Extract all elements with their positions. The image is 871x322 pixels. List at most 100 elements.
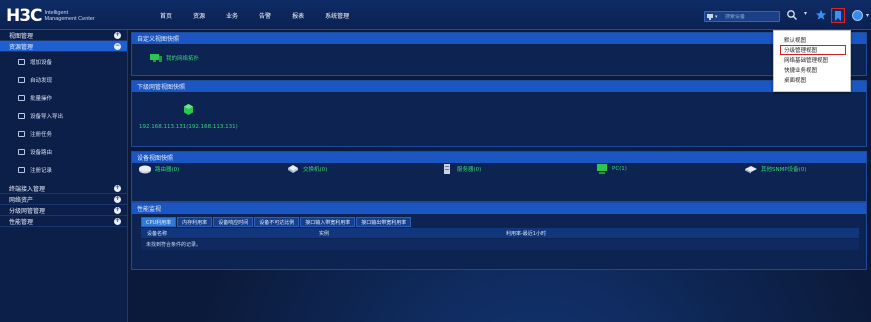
panel-title: 自定义视图快照 [132,33,866,44]
cube-icon [184,104,193,115]
nav-resources[interactable]: 资源 [193,11,205,20]
logo-main-text: H3C [6,6,43,26]
topology-icon [150,54,162,62]
device-switch-link[interactable]: 交换机(0) [286,164,327,174]
sidebar-item-register-record[interactable]: 注册记录 [0,161,127,179]
column-instance[interactable]: 实例 [319,230,329,237]
link-label: 服务器(0) [457,167,482,173]
device-router-link[interactable]: 路由器(0) [138,164,179,174]
custom-view-panel: 自定义视图快照 我的网络拓扑 [131,32,867,76]
column-utilization[interactable]: 利用率-最近1小时 [506,230,546,237]
sidebar-item-label: 注册记录 [30,168,53,174]
h3c-logo[interactable]: H3C Intelligent Management Center [6,7,95,25]
snmp-device-icon [745,166,757,174]
sidebar-section-label: 分级网管管理 [9,207,46,215]
menu-item-default-view[interactable]: 默认视图 [774,35,850,45]
expand-icon[interactable]: + [114,206,121,214]
sidebar: 视图管理 + 资源管理 − 增加设备 自动发现 批量操作 设备导入导出 注册任务… [0,30,128,322]
sidebar-section-resource-management[interactable]: 资源管理 − [0,41,127,52]
search-icon[interactable] [786,9,798,21]
nav-alarms[interactable]: 告警 [259,11,271,20]
search-box: ▾ [704,11,780,22]
switch-icon [288,165,298,173]
tab-cpu[interactable]: CPU利用率 [141,217,177,227]
collapse-icon[interactable]: − [114,42,121,50]
link-label: 我的网络拓扑 [166,56,200,62]
task-icon [18,131,25,137]
sidebar-item-register-task[interactable]: 注册任务 [0,125,127,143]
sidebar-section-label: 资源管理 [9,43,34,51]
resource-submenu: 增加设备 自动发现 批量操作 设备导入导出 注册任务 设备路由 注册记录 [0,52,127,179]
discovery-icon [18,77,25,83]
route-icon [18,149,25,155]
device-server-link[interactable]: 服务器(0) [440,164,481,174]
link-label: 其他SNMP设备(0) [761,167,807,173]
sidebar-section-performance-management[interactable]: 性能管理 + [0,216,127,227]
router-icon [139,165,151,174]
chevron-down-icon: ▾ [715,13,718,20]
sidebar-section-network-assets[interactable]: 网络资产 + [0,194,127,205]
device-row: 路由器(0) 交换机(0) 服务器(0) PC(1) 其他SNMP设备(0) [132,152,868,192]
pc-icon [597,164,607,174]
column-device-name[interactable]: 设备名称 [147,230,167,237]
expand-icon[interactable]: + [114,31,121,39]
nav-reports[interactable]: 报表 [292,11,304,20]
bookmark-icon [835,10,841,21]
my-topology-link[interactable]: 我的网络拓扑 [149,53,199,63]
sidebar-section-hierarchical-management[interactable]: 分级网管管理 + [0,205,127,216]
tab-response-time[interactable]: 设备响应时间 [213,217,254,227]
sidebar-section-terminal-access[interactable]: 终端接入管理 + [0,183,127,194]
menu-item-desktop-view[interactable]: 桌面视图 [774,75,850,85]
logo-sub-line-2: Management Center [44,16,95,22]
tab-input-bandwidth[interactable]: 接口输入带宽利用率 [300,217,356,227]
tab-output-bandwidth[interactable]: 接口输出带宽利用率 [356,217,412,227]
search-input[interactable] [723,13,779,20]
nav-home[interactable]: 首页 [160,11,172,20]
table-header: 设备名称 实例 利用率-最近1小时 [141,228,859,238]
sidebar-item-device-route[interactable]: 设备路由 [0,143,127,161]
import-export-icon [18,113,25,119]
subordinate-view-panel: 下级网管视图快照 192.168.113.131(192.168.113.131… [131,80,867,147]
sidebar-item-add-device[interactable]: 增加设备 [0,53,127,71]
menu-item-hierarchical-view[interactable]: 分级管理视图 [780,45,846,55]
chevron-down-icon[interactable]: ▾ [804,10,812,20]
sidebar-section-label: 性能管理 [9,218,34,226]
sidebar-section-label: 视图管理 [9,32,34,40]
search-scope-dropdown[interactable]: ▾ [707,12,723,21]
nav-services[interactable]: 业务 [226,11,238,20]
expand-icon[interactable]: + [114,184,121,192]
subordinate-node-link[interactable]: 192.168.113.131(192.168.113.131) [139,104,238,130]
link-label: 路由器(0) [155,167,180,173]
sidebar-item-batch-operation[interactable]: 批量操作 [0,89,127,107]
user-icon[interactable] [852,10,863,21]
expand-icon[interactable]: + [114,195,121,203]
star-icon[interactable] [815,9,827,21]
sidebar-item-label: 注册任务 [30,132,53,138]
empty-message: 未找到符合条件的记录。 [141,239,859,250]
menu-item-network-basic-view[interactable]: 网络基础管理视图 [774,55,850,65]
sidebar-item-import-export[interactable]: 设备导入导出 [0,107,127,125]
device-icon [18,59,25,65]
bookmark-button[interactable] [831,8,845,23]
tab-memory[interactable]: 内存利用率 [177,217,213,227]
top-bar: H3C Intelligent Management Center 首页 资源 … [0,0,871,30]
device-pc-link[interactable]: PC(1) [595,164,627,174]
sidebar-item-label: 增加设备 [30,60,53,66]
tab-unreachable[interactable]: 设备不可达比例 [254,217,300,227]
sidebar-item-label: 设备路由 [30,150,53,156]
device-other-snmp-link[interactable]: 其他SNMP设备(0) [744,164,806,174]
main-content: 自定义视图快照 我的网络拓扑 下级网管视图快照 192.168.113.131(… [129,30,871,322]
sidebar-section-label: 网络资产 [9,196,34,204]
sidebar-item-auto-discovery[interactable]: 自动发现 [0,71,127,89]
expand-icon[interactable]: + [114,217,121,225]
sidebar-item-label: 设备导入导出 [30,114,64,120]
menu-item-quick-service-view[interactable]: 快捷业务视图 [774,65,850,75]
nav-system[interactable]: 系统管理 [325,11,349,20]
link-label: 192.168.113.131(192.168.113.131) [139,124,238,130]
record-icon [18,167,25,173]
chevron-down-icon[interactable]: ▾ [866,12,871,19]
sidebar-item-label: 自动发现 [30,78,53,84]
link-label: PC(1) [612,166,627,172]
sidebar-section-view-management[interactable]: 视图管理 + [0,30,127,41]
server-icon [444,164,450,174]
